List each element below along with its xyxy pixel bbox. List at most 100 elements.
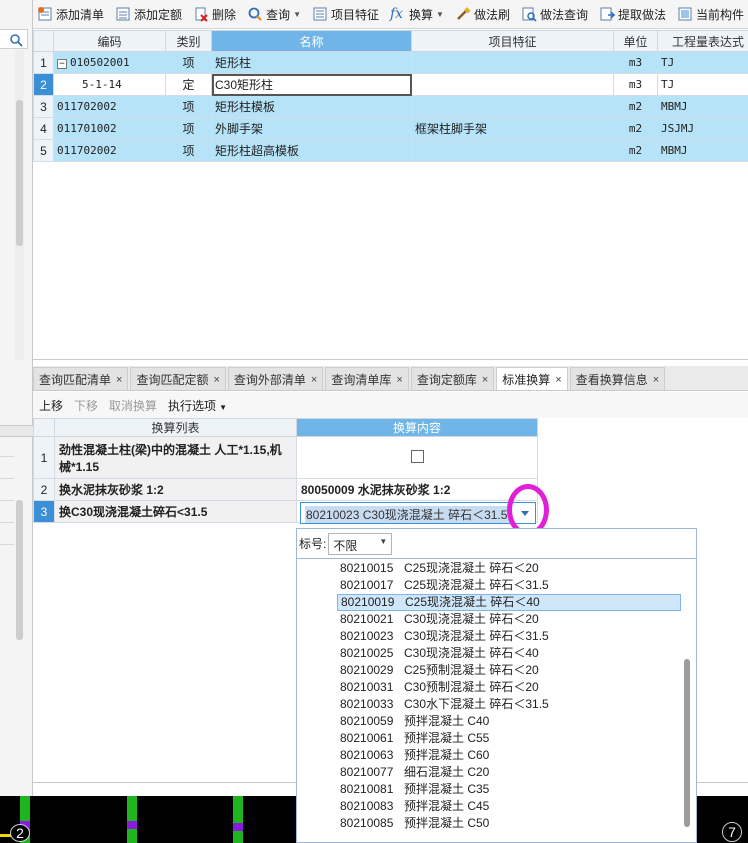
feature-cell[interactable]	[411, 139, 614, 162]
left-scrollbar-thumb[interactable]	[16, 100, 23, 246]
move-up-button[interactable]: 上移	[39, 397, 63, 414]
combobox-value[interactable]: 80210023 C30现浇混凝土 碎石＜31.5	[305, 506, 511, 523]
code-column-header[interactable]: 编码	[53, 30, 166, 52]
dropdown-option[interactable]: 80210077 细石混凝土 C20	[337, 764, 681, 781]
type-cell[interactable]: 项	[165, 51, 212, 74]
tab-match-list[interactable]: 查询匹配清单 ×	[33, 367, 129, 390]
dropdown-option[interactable]: 80210025 C30现浇混凝土 碎石＜40	[337, 645, 681, 662]
extract-method-button[interactable]: 提取做法	[595, 3, 670, 25]
table-row[interactable]: 1 −010502001 项 矩形柱 m3 TJ	[33, 51, 748, 74]
method-query-button[interactable]: 做法查询	[517, 3, 592, 25]
material-dropdown-list[interactable]: 标号: 不限 ▼ 80210015 C25现浇混凝土 碎石＜20 80210017 C2…	[296, 528, 697, 843]
close-icon[interactable]: ×	[396, 374, 402, 386]
type-column-header[interactable]: 类别	[165, 30, 212, 52]
dropdown-option[interactable]: 80210029 C25预制混凝土 碎石＜20	[337, 662, 681, 679]
type-cell[interactable]: 项	[165, 117, 212, 140]
add-quota-button[interactable]: 添加定额	[111, 3, 186, 25]
name-cell[interactable]: 矩形柱模板	[211, 95, 412, 118]
dropdown-option[interactable]: 80210021 C30现浇混凝土 碎石＜20	[337, 611, 681, 628]
name-cell[interactable]: 矩形柱超高模板	[211, 139, 412, 162]
close-icon[interactable]: ×	[311, 374, 317, 386]
dropdown-option[interactable]: 80210033 C30水下混凝土 碎石＜31.5	[337, 696, 681, 713]
expression-column-header[interactable]: 工程量表达式	[657, 30, 748, 52]
dropdown-option[interactable]: 80210085 预拌混凝土 C50	[337, 815, 681, 832]
conversion-name-cell[interactable]: 劲性混凝土柱(梁)中的混凝土 人工*1.15,机械*1.15	[54, 436, 297, 479]
feature-cell[interactable]	[411, 51, 614, 74]
close-icon[interactable]: ×	[213, 374, 219, 386]
material-combobox[interactable]: 80210023 C30现浇混凝土 碎石＜31.5	[300, 502, 536, 524]
feature-column-header[interactable]: 项目特征	[411, 30, 614, 52]
dropdown-option[interactable]: 80210059 预拌混凝土 C40	[337, 713, 681, 730]
unit-cell[interactable]: m2	[613, 139, 658, 162]
collapse-icon[interactable]: −	[57, 59, 67, 69]
dropdown-option[interactable]: 80210015 C25现浇混凝土 碎石＜20	[337, 560, 681, 577]
code-cell[interactable]: 011702002	[53, 139, 166, 162]
expression-cell[interactable]: TJ	[657, 51, 748, 74]
unit-column-header[interactable]: 单位	[613, 30, 658, 52]
expression-cell[interactable]: TJ	[657, 73, 748, 96]
tab-conversion-info[interactable]: 查看换算信息 ×	[569, 367, 666, 390]
table-row[interactable]: 3 011702002 项 矩形柱模板 m2 MBMJ	[33, 95, 748, 118]
dropdown-scrollbar-thumb[interactable]	[684, 659, 690, 827]
conversion-list-header[interactable]: 换算列表	[54, 418, 297, 437]
item-feature-button[interactable]: 项目特征	[308, 3, 383, 25]
left-search-field[interactable]	[0, 29, 28, 49]
dropdown-option[interactable]: 80210017 C25现浇混凝土 碎石＜31.5	[337, 577, 681, 594]
unit-cell[interactable]: m2	[613, 95, 658, 118]
add-list-button[interactable]: 添加清单	[33, 3, 108, 25]
feature-cell[interactable]	[411, 73, 614, 96]
table-row[interactable]: 2 5-1-14 定 C30矩形柱 m3 TJ	[33, 73, 748, 96]
conversion-content-header[interactable]: 换算内容	[296, 418, 538, 437]
dropdown-option[interactable]: 80210063 预拌混凝土 C60	[337, 747, 681, 764]
tab-standard-conversion[interactable]: 标准换算 ×	[496, 367, 568, 390]
close-icon[interactable]: ×	[653, 374, 659, 386]
dropdown-option[interactable]: 80210019 C25现浇混凝土 碎石＜40	[337, 594, 681, 611]
current-component-button[interactable]: 当前构件	[673, 3, 748, 25]
code-cell[interactable]: 011702002	[53, 95, 166, 118]
name-cell[interactable]: 外脚手架	[211, 117, 412, 140]
execute-options-button[interactable]: 执行选项 ▼	[168, 397, 227, 414]
type-cell[interactable]: 项	[165, 139, 212, 162]
close-icon[interactable]: ×	[482, 374, 488, 386]
method-brush-button[interactable]: 做法刷	[451, 3, 514, 25]
close-icon[interactable]: ×	[116, 374, 122, 386]
tab-list-library[interactable]: 查询清单库 ×	[325, 367, 409, 390]
query-button[interactable]: 查询 ▼	[243, 3, 305, 25]
unit-cell[interactable]: m3	[613, 51, 658, 74]
tab-match-quota[interactable]: 查询匹配定额 ×	[130, 367, 226, 390]
table-row[interactable]: 2 换水泥抹灰砂浆 1:2 80050009 水泥抹灰砂浆 1:2	[33, 478, 538, 501]
cancel-conversion-button[interactable]: 取消换算	[109, 397, 157, 414]
name-cell-editing[interactable]: C30矩形柱	[211, 73, 412, 96]
left-scrollbar-thumb-2[interactable]	[16, 500, 23, 640]
name-cell[interactable]: 矩形柱	[211, 51, 412, 74]
name-column-header[interactable]: 名称	[211, 30, 412, 52]
unit-cell[interactable]: m3	[613, 73, 658, 96]
unit-cell[interactable]: m2	[613, 117, 658, 140]
code-cell[interactable]: 5-1-14	[53, 73, 166, 96]
expression-cell[interactable]: MBMJ	[657, 95, 748, 118]
close-icon[interactable]: ×	[555, 374, 561, 386]
type-cell[interactable]: 定	[165, 73, 212, 96]
conversion-checkbox[interactable]	[410, 449, 424, 463]
conversion-name-cell[interactable]: 换C30现浇混凝土碎石<31.5	[54, 500, 297, 523]
table-row[interactable]: 5 011702002 项 矩形柱超高模板 m2 MBMJ	[33, 139, 748, 162]
conversion-content-cell[interactable]	[296, 436, 538, 479]
move-down-button[interactable]: 下移	[74, 397, 98, 414]
code-cell[interactable]: −010502001	[53, 51, 166, 74]
dropdown-option[interactable]: 80210081 预拌混凝土 C35	[337, 781, 681, 798]
conversion-content-cell[interactable]: 80050009 水泥抹灰砂浆 1:2	[296, 478, 538, 501]
feature-cell[interactable]	[411, 95, 614, 118]
tab-quota-library[interactable]: 查询定额库 ×	[410, 367, 495, 390]
expression-cell[interactable]: MBMJ	[657, 139, 748, 162]
feature-cell[interactable]: 框架柱脚手架	[411, 117, 614, 140]
conversion-name-cell[interactable]: 换水泥抹灰砂浆 1:2	[54, 478, 297, 501]
table-row[interactable]: 1 劲性混凝土柱(梁)中的混凝土 人工*1.15,机械*1.15	[33, 436, 538, 479]
table-row[interactable]: 4 011701002 项 外脚手架 框架柱脚手架 m2 JSJMJ	[33, 117, 748, 140]
code-cell[interactable]: 011701002	[53, 117, 166, 140]
dropdown-option[interactable]: 80210023 C30现浇混凝土 碎石＜31.5	[337, 628, 681, 645]
search-icon[interactable]	[9, 33, 23, 47]
expression-cell[interactable]: JSJMJ	[657, 117, 748, 140]
dropdown-option[interactable]: 80210061 预拌混凝土 C55	[337, 730, 681, 747]
grade-select[interactable]: 不限 ▼	[328, 532, 393, 555]
delete-button[interactable]: 删除	[189, 3, 240, 25]
